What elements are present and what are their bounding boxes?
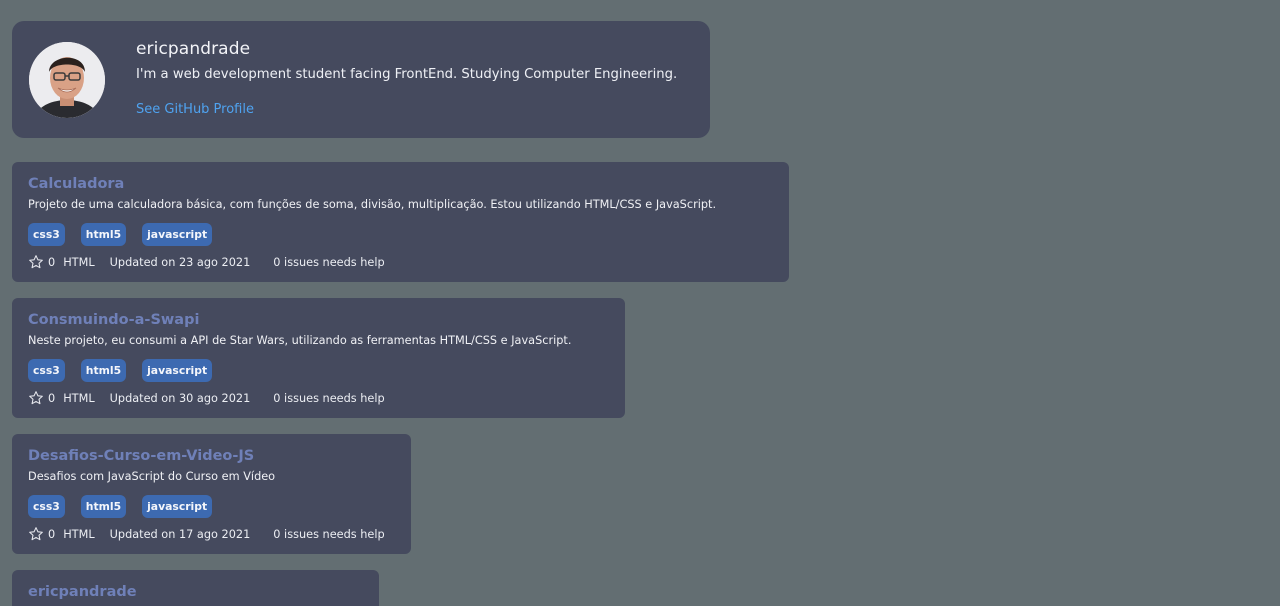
repo-description: Desafios com JavaScript do Curso em Víde…	[28, 470, 276, 483]
repo-updated: Updated on 30 ago 2021	[109, 391, 251, 405]
repo-updated: Updated on 23 ago 2021	[109, 255, 251, 269]
repo-title[interactable]: Calculadora	[28, 176, 124, 192]
tag-css3[interactable]: css3	[28, 495, 65, 518]
star-count: 0	[48, 255, 56, 269]
tag-html5[interactable]: html5	[80, 495, 127, 518]
star-count: 0	[48, 391, 56, 405]
repo-language: HTML	[63, 255, 95, 269]
repo-title[interactable]: Consmuindo-a-Swapi	[28, 312, 199, 328]
repo-updated: Updated on 17 ago 2021	[109, 527, 251, 541]
repo-issues: 0 issues needs help	[273, 255, 385, 269]
repo-description: Projeto de uma calculadora básica, com f…	[28, 198, 717, 211]
repo-meta: 0 HTML Updated on 17 ago 2021 0 issues n…	[28, 526, 385, 542]
repo-card: ericpandrade	[12, 570, 379, 606]
tag-css3[interactable]: css3	[28, 359, 65, 382]
avatar	[29, 42, 105, 118]
repo-tags: css3 html5 javascript	[28, 223, 228, 246]
repo-language: HTML	[63, 527, 95, 541]
profile-card: ericpandrade I'm a web development stude…	[12, 21, 710, 138]
repo-language: HTML	[63, 391, 95, 405]
tag-html5[interactable]: html5	[80, 359, 127, 382]
tag-css3[interactable]: css3	[28, 223, 65, 246]
repo-card: Calculadora Projeto de uma calculadora b…	[12, 162, 789, 282]
repo-card: Desafios-Curso-em-Video-JS Desafios com …	[12, 434, 411, 554]
star-icon[interactable]	[28, 390, 44, 406]
tag-javascript[interactable]: javascript	[142, 495, 213, 518]
star-count: 0	[48, 527, 56, 541]
profile-bio: I'm a web development student facing Fro…	[136, 67, 678, 82]
tag-javascript[interactable]: javascript	[142, 359, 213, 382]
star-icon[interactable]	[28, 526, 44, 542]
profile-username: ericpandrade	[136, 39, 251, 59]
avatar-image	[29, 42, 105, 118]
tag-javascript[interactable]: javascript	[142, 223, 213, 246]
repo-issues: 0 issues needs help	[273, 527, 385, 541]
see-github-profile-link[interactable]: See GitHub Profile	[136, 102, 254, 117]
repo-meta: 0 HTML Updated on 23 ago 2021 0 issues n…	[28, 254, 385, 270]
star-icon[interactable]	[28, 254, 44, 270]
repo-tags: css3 html5 javascript	[28, 359, 228, 382]
repo-tags: css3 html5 javascript	[28, 495, 228, 518]
repo-meta: 0 HTML Updated on 30 ago 2021 0 issues n…	[28, 390, 385, 406]
repo-title[interactable]: Desafios-Curso-em-Video-JS	[28, 448, 254, 464]
page: ericpandrade I'm a web development stude…	[0, 0, 1280, 606]
repo-issues: 0 issues needs help	[273, 391, 385, 405]
tag-html5[interactable]: html5	[80, 223, 127, 246]
repo-card: Consmuindo-a-Swapi Neste projeto, eu con…	[12, 298, 625, 418]
repo-title[interactable]: ericpandrade	[28, 584, 137, 600]
repo-description: Neste projeto, eu consumi a API de Star …	[28, 334, 572, 347]
